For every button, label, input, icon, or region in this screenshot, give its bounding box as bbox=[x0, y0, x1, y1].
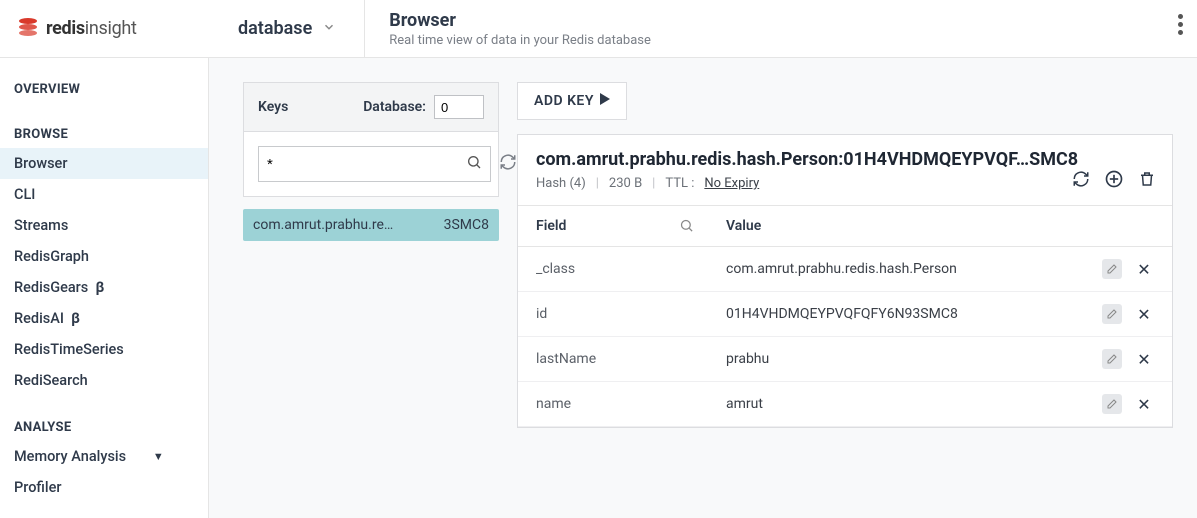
more-menu-icon[interactable] bbox=[1178, 14, 1183, 35]
hash-fields-table: Field Value _classcom.amrut.prabhu.redis… bbox=[518, 206, 1172, 427]
sidebar-item-memory-analysis[interactable]: Memory Analysis ▼ bbox=[0, 441, 208, 472]
sidebar-heading-overview[interactable]: OVERVIEW bbox=[0, 76, 208, 103]
sidebar-item-streams[interactable]: Streams bbox=[0, 210, 208, 241]
edit-field-icon[interactable] bbox=[1102, 259, 1122, 279]
keys-title: Keys bbox=[258, 99, 288, 115]
page-title: Browser bbox=[389, 10, 651, 31]
edit-field-icon[interactable] bbox=[1102, 394, 1122, 414]
table-row: nameamrut ✕ bbox=[518, 382, 1172, 427]
topbar: redisinsight database Browser Real time … bbox=[0, 0, 1197, 58]
keys-panel: Keys Database: bbox=[243, 82, 499, 518]
table-row: lastNameprabhu ✕ bbox=[518, 337, 1172, 382]
sidebar-item-redistimeseries[interactable]: RedisTimeSeries bbox=[0, 334, 208, 365]
redis-logo-icon bbox=[16, 16, 40, 42]
value-cell: prabhu bbox=[708, 337, 1082, 382]
edit-field-icon[interactable] bbox=[1102, 304, 1122, 324]
value-cell: com.amrut.prabhu.redis.hash.Person bbox=[708, 247, 1082, 292]
delete-field-icon[interactable]: ✕ bbox=[1134, 395, 1154, 414]
ttl-value[interactable]: No Expiry bbox=[704, 176, 759, 191]
search-icon[interactable] bbox=[466, 154, 482, 174]
sidebar-item-redisgraph[interactable]: RedisGraph bbox=[0, 241, 208, 272]
database-selector[interactable]: database bbox=[210, 0, 365, 57]
chevron-down-icon bbox=[322, 18, 336, 39]
col-field: Field bbox=[536, 218, 566, 234]
refresh-key-icon[interactable] bbox=[1072, 170, 1090, 192]
add-field-icon[interactable] bbox=[1104, 169, 1124, 193]
play-icon bbox=[600, 93, 610, 109]
value-cell: 01H4VHDMQEYPVQFQFY6N93SMC8 bbox=[708, 292, 1082, 337]
field-cell: id bbox=[518, 292, 708, 337]
key-type: Hash (4) bbox=[536, 176, 586, 191]
keys-header: Keys Database: bbox=[243, 82, 499, 131]
database-number-input[interactable] bbox=[434, 95, 484, 119]
delete-key-icon[interactable] bbox=[1138, 170, 1156, 192]
field-search-icon[interactable] bbox=[679, 218, 694, 237]
key-pattern-field[interactable] bbox=[267, 156, 466, 173]
page-subtitle: Real time view of data in your Redis dat… bbox=[389, 33, 651, 48]
key-size: 230 B bbox=[609, 176, 642, 191]
sidebar-item-redisgears[interactable]: RedisGears β bbox=[0, 272, 208, 303]
database-label: Database: bbox=[363, 99, 426, 115]
workspace: Keys Database: bbox=[209, 58, 1197, 518]
caret-down-icon: ▼ bbox=[153, 450, 164, 463]
detail-panel: ADD KEY com.amrut.prabhu.redis.hash.Pers… bbox=[517, 82, 1173, 518]
sidebar-item-profiler[interactable]: Profiler bbox=[0, 472, 208, 503]
logo[interactable]: redisinsight bbox=[16, 16, 210, 42]
delete-field-icon[interactable]: ✕ bbox=[1134, 305, 1154, 324]
logo-text: redisinsight bbox=[46, 18, 137, 39]
field-cell: lastName bbox=[518, 337, 708, 382]
sidebar-item-redisai[interactable]: RedisAI β bbox=[0, 303, 208, 334]
field-cell: _class bbox=[518, 247, 708, 292]
sidebar-item-browser[interactable]: Browser bbox=[0, 148, 208, 179]
key-detail-title: com.amrut.prabhu.redis.hash.Person:01H4V… bbox=[536, 149, 1154, 170]
sidebar: OVERVIEW BROWSE Browser CLI Streams Redi… bbox=[0, 58, 209, 518]
refresh-keys-icon[interactable] bbox=[499, 153, 517, 175]
sidebar-heading-browse: BROWSE bbox=[0, 121, 208, 148]
key-detail-card: com.amrut.prabhu.redis.hash.Person:01H4V… bbox=[517, 134, 1173, 428]
key-row[interactable]: com.amrut.prabhu.re… 3SMC8 bbox=[243, 209, 499, 241]
col-value: Value bbox=[726, 218, 761, 234]
field-cell: name bbox=[518, 382, 708, 427]
table-row: _classcom.amrut.prabhu.redis.hash.Person… bbox=[518, 247, 1172, 292]
key-pattern-input[interactable] bbox=[258, 146, 491, 182]
value-cell: amrut bbox=[708, 382, 1082, 427]
table-row: id01H4VHDMQEYPVQFQFY6N93SMC8 ✕ bbox=[518, 292, 1172, 337]
add-key-button[interactable]: ADD KEY bbox=[517, 82, 627, 120]
delete-field-icon[interactable]: ✕ bbox=[1134, 350, 1154, 369]
key-tail: 3SMC8 bbox=[444, 217, 489, 233]
ttl-label: TTL : bbox=[665, 176, 694, 191]
sidebar-heading-analyse: ANALYSE bbox=[0, 414, 208, 441]
sidebar-item-cli[interactable]: CLI bbox=[0, 179, 208, 210]
edit-field-icon[interactable] bbox=[1102, 349, 1122, 369]
sidebar-item-redisearch[interactable]: RediSearch bbox=[0, 365, 208, 396]
delete-field-icon[interactable]: ✕ bbox=[1134, 260, 1154, 279]
key-name: com.amrut.prabhu.re… bbox=[253, 217, 393, 233]
page-header: Browser Real time view of data in your R… bbox=[365, 10, 651, 48]
